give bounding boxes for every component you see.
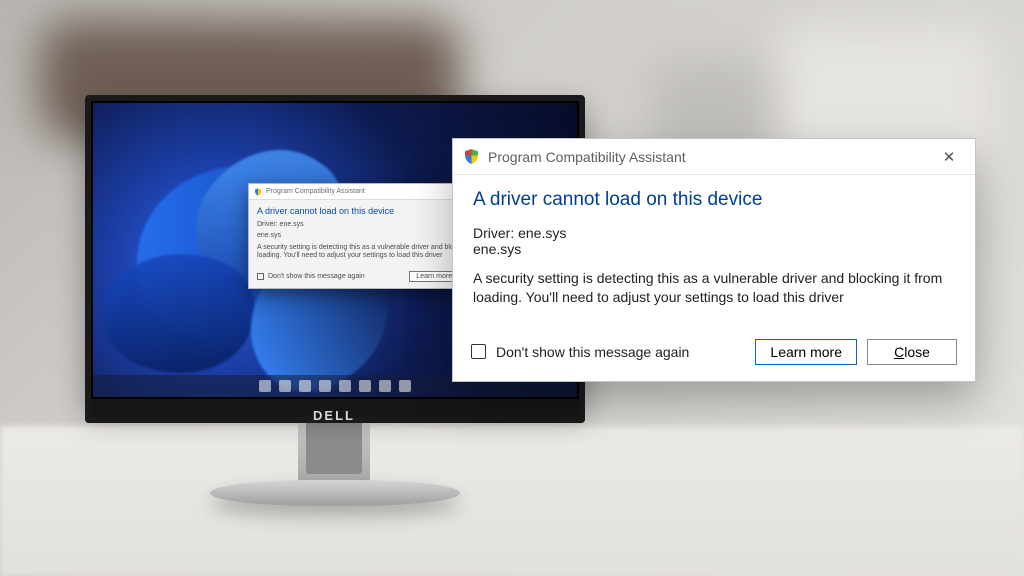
dont-show-label[interactable]: Don't show this message again — [496, 344, 689, 360]
compat-dialog: Program Compatibility Assistant ✕ A driv… — [452, 138, 976, 382]
taskbar-icon[interactable] — [279, 380, 291, 392]
taskbar-icon[interactable] — [359, 380, 371, 392]
taskbar-icon[interactable] — [399, 380, 411, 392]
close-rest: lose — [904, 344, 930, 360]
taskbar-icon[interactable] — [339, 380, 351, 392]
dialog-heading: A driver cannot load on this device — [473, 189, 955, 211]
close-icon[interactable]: ✕ — [933, 143, 965, 171]
taskbar-icon[interactable] — [299, 380, 311, 392]
shield-icon — [254, 188, 262, 196]
close-button[interactable]: Close — [867, 339, 957, 365]
dialog-title: Program Compatibility Assistant — [488, 149, 686, 165]
taskbar-icon[interactable] — [259, 380, 271, 392]
dialog-title: Program Compatibility Assistant — [266, 188, 365, 195]
learn-more-button[interactable]: Learn more — [755, 339, 857, 365]
taskbar-icon[interactable] — [379, 380, 391, 392]
taskbar-icon[interactable] — [319, 380, 331, 392]
dont-show-checkbox[interactable] — [257, 273, 264, 280]
dont-show-checkbox[interactable] — [471, 344, 486, 359]
titlebar[interactable]: Program Compatibility Assistant ✕ — [453, 139, 975, 175]
driver-file: ene.sys — [473, 241, 955, 257]
desk-surface — [0, 426, 1024, 576]
dialog-explanation: A security setting is detecting this as … — [473, 269, 955, 307]
shield-icon — [463, 148, 480, 165]
monitor-chin — [85, 399, 585, 423]
monitor-stand-base — [210, 480, 460, 506]
driver-label: Driver: ene.sys — [473, 225, 955, 241]
close-underline: C — [894, 344, 904, 360]
dont-show-label: Don't show this message again — [268, 273, 365, 280]
